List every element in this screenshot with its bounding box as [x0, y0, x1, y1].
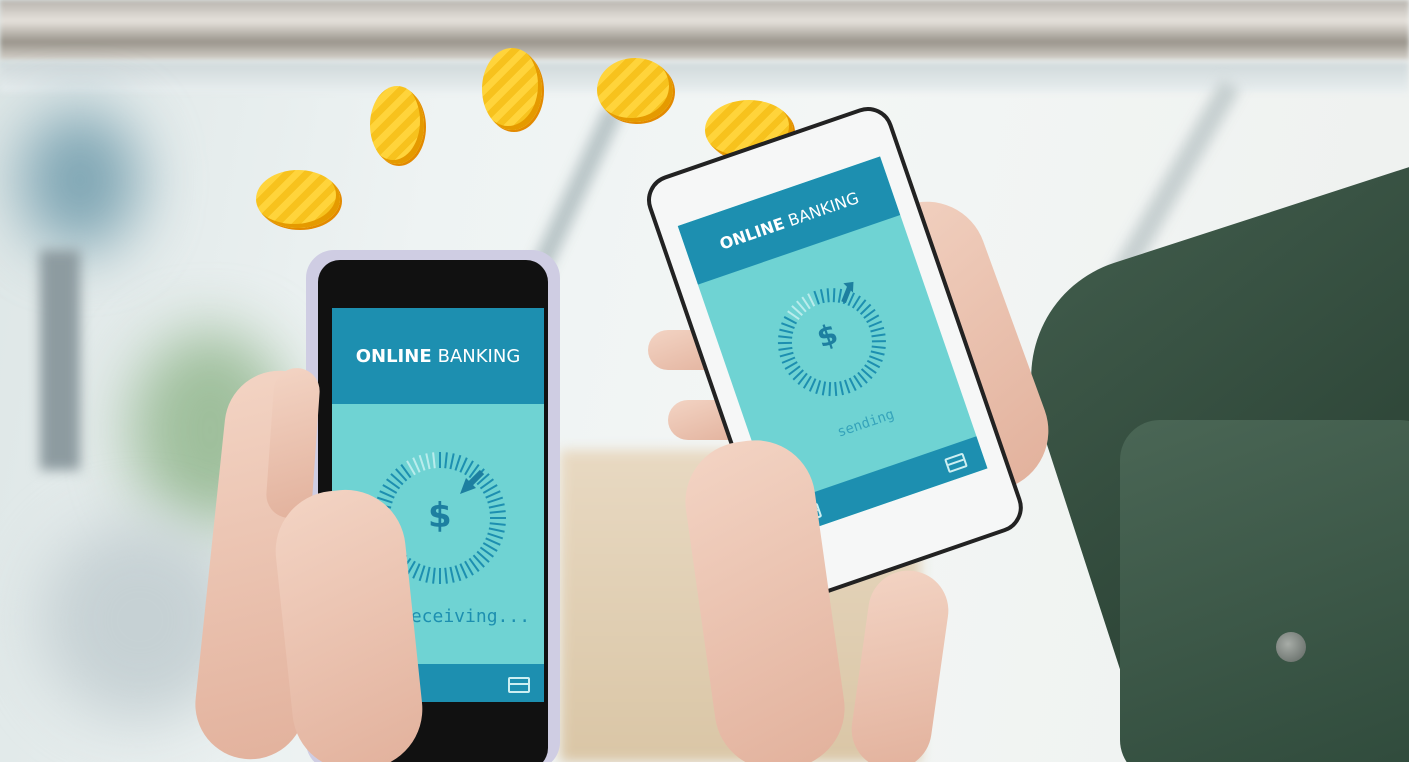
dial-tick [418, 565, 426, 582]
background-post [40, 250, 80, 470]
dial-tick [834, 381, 838, 397]
dial-tick [826, 288, 830, 303]
dial-tick [868, 320, 883, 328]
dial-tick [379, 490, 395, 499]
handrail-lower [0, 62, 1409, 92]
coin-icon [597, 58, 673, 122]
banking-header: ONLINE BANKING [332, 308, 544, 404]
header-title-bold: ONLINE [716, 213, 787, 254]
jacket-button [1276, 632, 1306, 662]
header-title-light: BANKING [437, 345, 521, 367]
dial-tick [848, 377, 857, 392]
dial-tick [454, 565, 462, 582]
coin-icon [256, 170, 340, 228]
dial-tick [489, 510, 506, 514]
coin-icon [370, 86, 424, 164]
dial-tick [488, 527, 505, 533]
dial-tick [871, 345, 886, 349]
dial-tick [444, 452, 448, 469]
dial-tick [777, 341, 792, 345]
dial-tick [412, 457, 421, 473]
dial-tick [487, 496, 504, 504]
dial-tick [425, 566, 431, 583]
dial-tick [454, 454, 462, 471]
dial-tick [844, 379, 851, 394]
dial-tick [488, 503, 505, 509]
coin-icon [482, 48, 542, 130]
dial-tick [828, 382, 832, 397]
dial-tick [871, 340, 886, 343]
dial-tick [489, 522, 506, 526]
dial-tick [870, 326, 885, 333]
header-title-light: BANKING [785, 187, 862, 230]
dial-tick [485, 537, 501, 546]
dial-tick [487, 532, 504, 540]
dial-tick [459, 457, 468, 473]
green-jacket-front [1120, 420, 1409, 762]
dial-tick [866, 314, 880, 324]
dial-tick [781, 356, 796, 364]
status-text: receiving... [400, 606, 531, 627]
dial-tick [784, 361, 798, 370]
status-text: sending [835, 406, 897, 441]
card-icon[interactable] [944, 452, 968, 474]
dial-tick [778, 335, 793, 339]
dial-tick [778, 346, 793, 351]
dial-tick [839, 381, 844, 396]
dollar-icon: $ [428, 496, 452, 536]
dial-tick [444, 567, 448, 584]
dial-tick [432, 452, 436, 469]
dial-tick [813, 290, 820, 305]
header-title-bold: ONLINE [355, 345, 432, 367]
dial-tick [832, 288, 836, 303]
dial-tick [449, 566, 455, 583]
handrail [0, 0, 1409, 60]
dial-tick [459, 563, 468, 579]
background-blur-blue [20, 110, 140, 250]
dial-tick [779, 351, 794, 358]
dial-tick [819, 289, 825, 304]
dial-tick [432, 567, 436, 584]
dial-tick [485, 490, 501, 499]
dial-tick [821, 381, 827, 396]
dial-tick [412, 563, 421, 579]
dial-tick [807, 293, 816, 307]
card-icon[interactable] [508, 677, 530, 693]
photo-scene: ONLINE BANKING $ sending ONLINE BANKING … [0, 0, 1409, 762]
dial-tick [418, 454, 426, 471]
dial-tick [449, 453, 455, 470]
dial-tick [871, 333, 886, 338]
dial-tick [425, 453, 431, 470]
